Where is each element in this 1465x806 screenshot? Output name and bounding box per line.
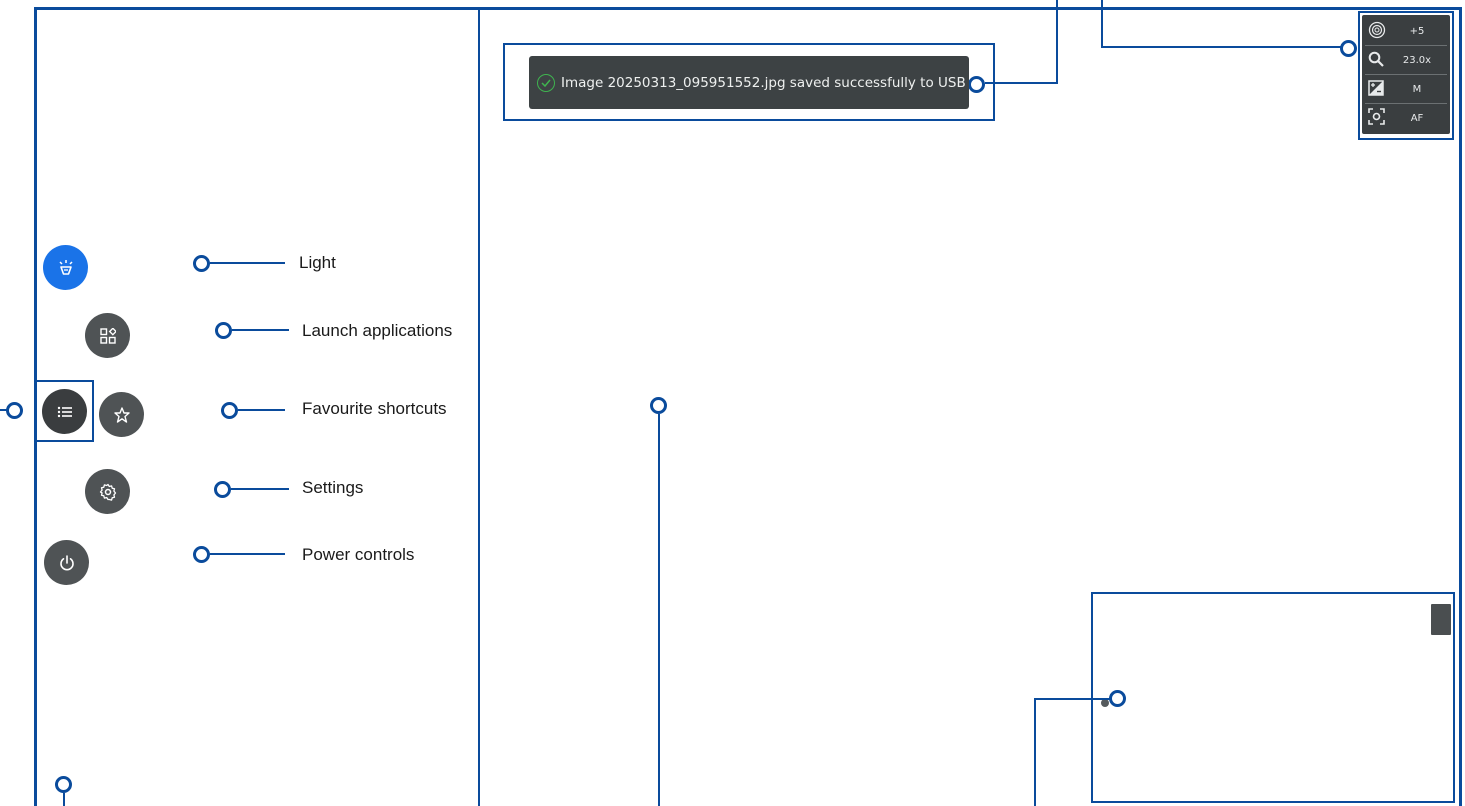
favourite-shortcuts-button[interactable] — [99, 392, 144, 437]
menu-toggle-button[interactable] — [42, 389, 87, 434]
power-callout-marker — [193, 546, 210, 563]
star-icon — [113, 406, 130, 423]
power-controls-button[interactable] — [44, 540, 89, 585]
overview-position-dot — [1101, 699, 1109, 707]
left-panel-marker — [55, 776, 72, 793]
light-callout-marker — [193, 255, 210, 272]
left-panel-right-border — [478, 7, 480, 806]
light-button[interactable] — [43, 245, 88, 290]
toast-callout-marker — [968, 76, 985, 93]
zoom-value: 23.0x — [1402, 54, 1432, 66]
power-icon — [59, 554, 75, 571]
toast-callout-line-v — [1056, 0, 1058, 84]
menu-toggle-callout-line — [0, 409, 8, 411]
status-callout-marker — [1340, 40, 1357, 57]
focus-target-icon — [1368, 108, 1385, 128]
exposure-row[interactable]: +5 — [1365, 17, 1447, 46]
top-frame-line — [34, 7, 480, 10]
left-panel-marker-line — [63, 793, 65, 806]
settings-callout-marker — [214, 481, 231, 498]
apps-grid-icon — [99, 327, 116, 344]
status-callout-line-h — [1101, 46, 1345, 48]
toast-message: Image 20250313_095951552.jpg saved succe… — [561, 74, 966, 91]
menu-toggle-callout-marker — [6, 402, 23, 419]
exposure-value: +5 — [1409, 25, 1425, 37]
list-icon — [57, 406, 73, 418]
focus-row[interactable]: AF — [1365, 104, 1447, 132]
zoom-row[interactable]: 23.0x — [1365, 46, 1447, 75]
main-view-marker-line — [658, 414, 660, 806]
main-view-marker — [650, 397, 667, 414]
power-controls-label: Power controls — [302, 545, 415, 564]
camera-status-panel: +5 23.0x M AF — [1362, 15, 1450, 134]
overview-callout-line-v — [1034, 698, 1036, 806]
favourite-shortcuts-label: Favourite shortcuts — [302, 399, 447, 418]
overview-callout-line-h — [1034, 698, 1112, 700]
power-callout-line — [210, 553, 285, 555]
favourites-callout-marker — [221, 402, 238, 419]
launch-applications-label: Launch applications — [302, 321, 453, 340]
overview-mini-panel — [1431, 604, 1451, 635]
main-view-right-border — [1459, 7, 1462, 806]
main-view-top-border — [480, 7, 1462, 10]
launch-applications-button[interactable] — [85, 313, 130, 358]
exposure-mode-row[interactable]: M — [1365, 75, 1447, 104]
check-circle-icon — [537, 73, 555, 92]
magnifier-icon — [1368, 51, 1384, 70]
exposure-mode-icon — [1368, 79, 1384, 99]
exposure-mode-value: M — [1412, 83, 1422, 95]
settings-callout-line — [231, 488, 289, 490]
launch-callout-line — [232, 329, 289, 331]
focus-value: AF — [1410, 112, 1424, 124]
aperture-icon — [1368, 21, 1386, 42]
light-label: Light — [299, 253, 336, 272]
settings-label: Settings — [302, 478, 364, 497]
launch-callout-marker — [215, 322, 232, 339]
favourites-callout-line — [238, 409, 285, 411]
settings-button[interactable] — [85, 469, 130, 514]
status-callout-line-v — [1101, 0, 1103, 48]
light-callout-line — [210, 262, 285, 264]
overview-callout-frame — [1091, 592, 1455, 803]
toast-callout-line-h — [985, 82, 1058, 84]
lightbulb-icon — [56, 258, 76, 278]
save-notification-toast: Image 20250313_095951552.jpg saved succe… — [529, 56, 969, 109]
gear-icon — [99, 483, 117, 501]
